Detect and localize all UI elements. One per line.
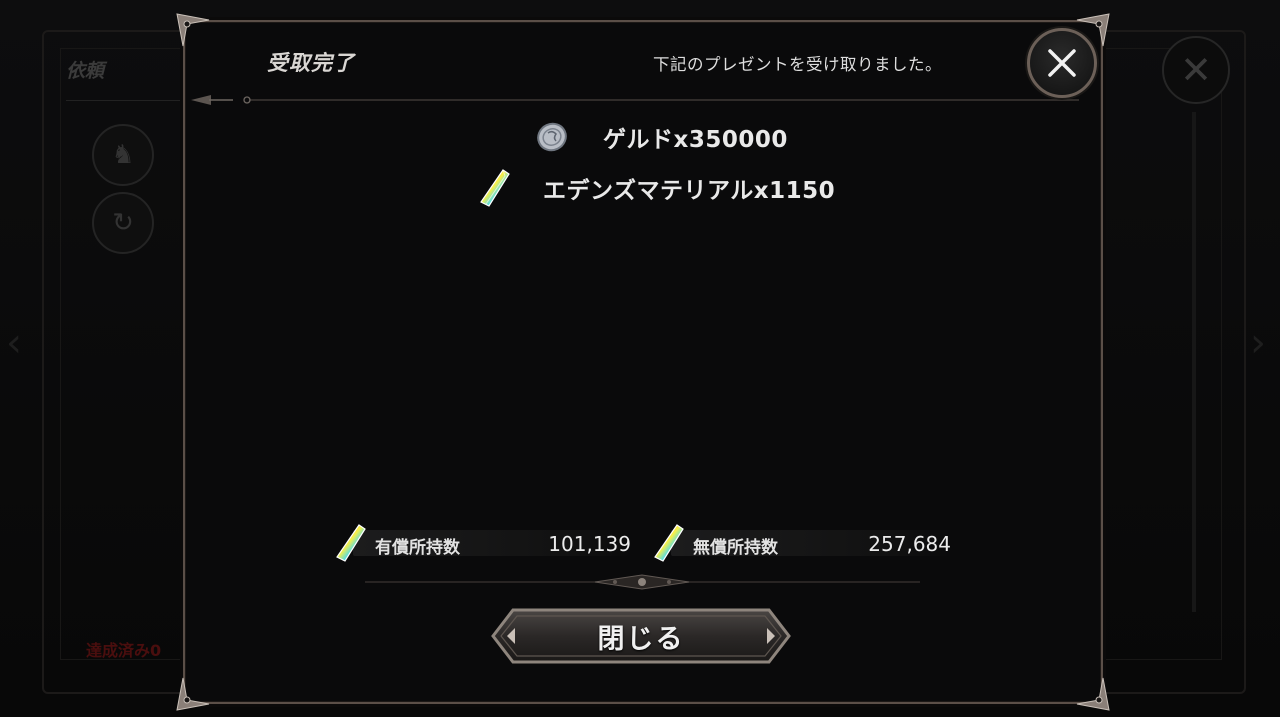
- reward-label: エデンズマテリアルx1150: [543, 178, 836, 204]
- paid-crystal-counter: 有償所持数 101,139: [333, 524, 643, 562]
- close-x-icon: [1048, 49, 1076, 77]
- free-crystal-label: 無償所持数: [693, 538, 778, 558]
- coin-icon: [537, 122, 567, 152]
- rainbow-crystal-icon: [336, 524, 366, 562]
- free-crystal-value: 257,684: [868, 532, 951, 556]
- reward-received-dialog: 受取完了 下記のプレゼントを受け取りました。 ゲルドx350000 エデンズマテ…: [176, 13, 1110, 711]
- dialog-message: 下記のプレゼントを受け取りました。: [653, 55, 942, 74]
- reward-label: ゲルドx350000: [603, 127, 788, 153]
- rainbow-crystal-icon: [654, 524, 684, 562]
- close-button[interactable]: [1027, 28, 1097, 98]
- close-dialog-button-label: 閉じる: [597, 623, 685, 655]
- footer-divider: [365, 574, 920, 590]
- free-crystal-counter: 無償所持数 257,684: [651, 524, 961, 562]
- background-left-arrow-icon: ‹: [6, 320, 22, 366]
- background-screen-title: 依頼: [66, 60, 105, 82]
- header-divider: [191, 95, 1079, 105]
- refresh-icon: ↻: [92, 192, 154, 254]
- background-scrollbar: [1192, 112, 1196, 612]
- reward-item: ゲルドx350000: [535, 120, 788, 154]
- background-divider: [66, 100, 196, 101]
- background-right-arrow-icon: ›: [1250, 320, 1266, 366]
- dialog-title: 受取完了: [267, 51, 355, 75]
- ornament-corner-icon: [1076, 677, 1110, 711]
- close-dialog-button[interactable]: 閉じる: [491, 608, 791, 664]
- reward-item: エデンズマテリアルx1150: [477, 168, 835, 208]
- background-status-text: 達成済み0: [86, 641, 162, 660]
- paid-crystal-value: 101,139: [548, 532, 631, 556]
- ornament-corner-icon: [176, 677, 210, 711]
- paid-crystal-label: 有償所持数: [375, 538, 460, 558]
- background-close-icon: ✕: [1162, 36, 1230, 104]
- ornament-corner-icon: [176, 13, 210, 47]
- helmet-icon: ♞: [92, 124, 154, 186]
- rainbow-crystal-icon: [480, 169, 510, 207]
